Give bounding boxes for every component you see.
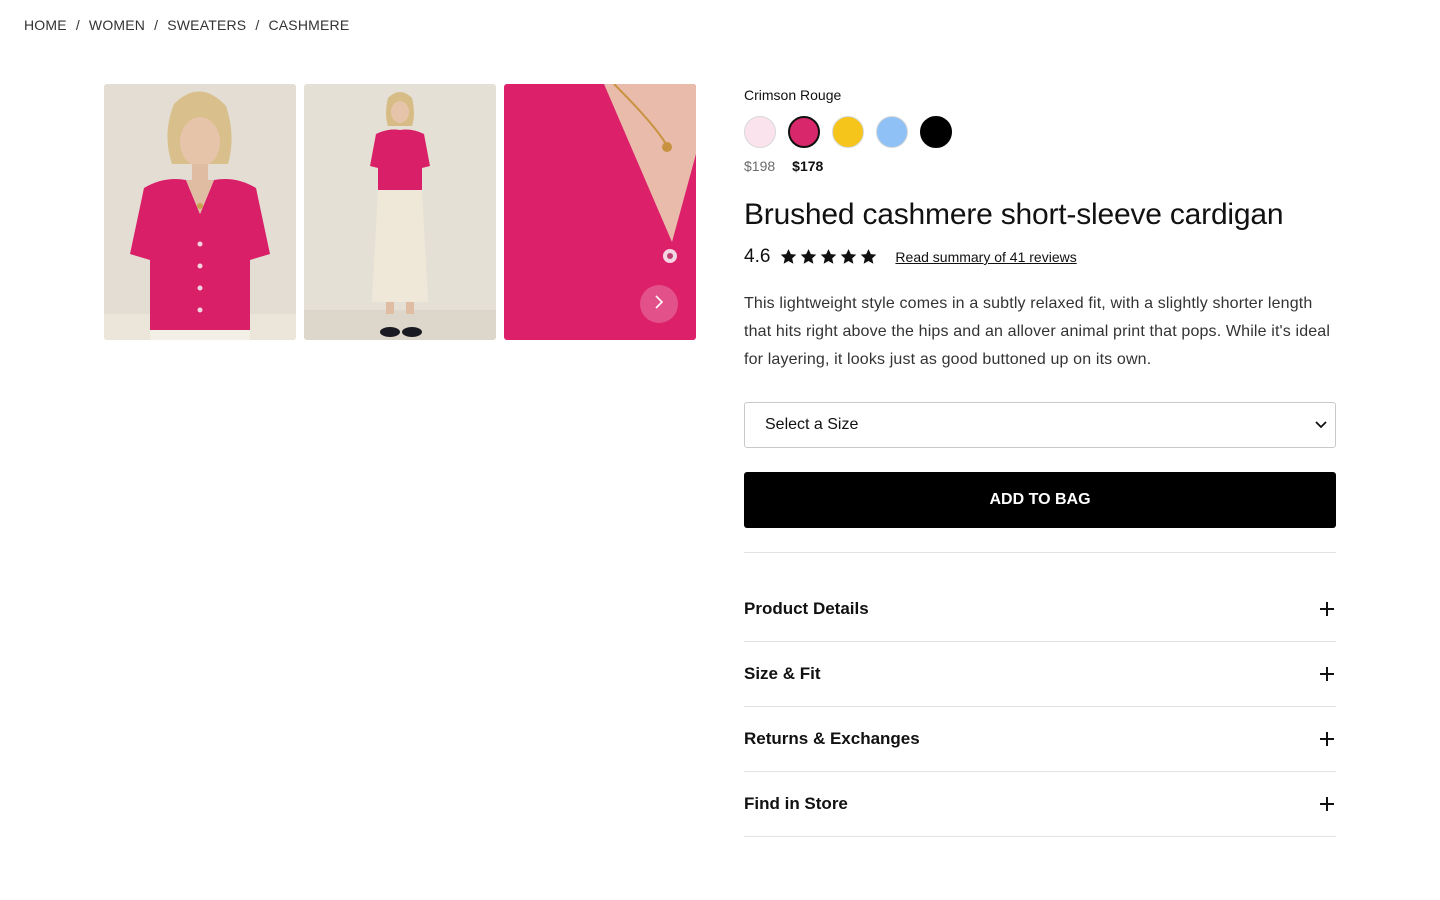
accordion-product-details[interactable]: Product Details <box>744 577 1336 642</box>
breadcrumb: HOME / WOMEN / SWEATERS / CASHMERE <box>24 17 349 33</box>
star-icon <box>801 249 817 264</box>
star-icon <box>821 249 837 264</box>
plus-icon <box>1320 667 1334 681</box>
rating-value: 4.6 <box>744 246 771 267</box>
breadcrumb-cashmere[interactable]: CASHMERE <box>268 17 349 33</box>
accordion-size-fit[interactable]: Size & Fit <box>744 642 1336 707</box>
product-gallery <box>104 84 696 340</box>
product-info: Crimson Rouge $198 $178 Brushed cashmere… <box>744 84 1336 837</box>
accordion-returns-exchanges[interactable]: Returns & Exchanges <box>744 707 1336 772</box>
divider <box>744 552 1336 553</box>
chevron-right-icon <box>652 294 666 314</box>
color-swatch-5[interactable] <box>920 116 952 148</box>
breadcrumb-women[interactable]: WOMEN <box>89 17 145 33</box>
rating-row: 4.6 Read summary of 41 reviews <box>744 246 1336 268</box>
product-image-full-length[interactable] <box>304 84 496 340</box>
plus-icon <box>1320 602 1334 616</box>
accordion-find-in-store[interactable]: Find in Store <box>744 772 1336 837</box>
plus-icon <box>1320 732 1334 746</box>
size-select[interactable]: Select a Size <box>744 402 1336 448</box>
size-select-value: Select a Size <box>765 416 859 433</box>
star-icon <box>781 249 797 264</box>
accordion-label: Product Details <box>744 599 869 618</box>
breadcrumb-home[interactable]: HOME <box>24 17 67 33</box>
product-image-front[interactable] <box>104 84 296 340</box>
accordion-label: Find in Store <box>744 794 848 813</box>
chevron-down-icon <box>1315 416 1327 434</box>
color-swatch-2[interactable] <box>788 116 820 148</box>
info-accordion: Product Details Size & Fit Returns & Exc… <box>744 577 1336 837</box>
color-swatches <box>744 116 1336 148</box>
breadcrumb-separator: / <box>154 17 159 33</box>
breadcrumb-sweaters[interactable]: SWEATERS <box>167 17 246 33</box>
price-row: $198 $178 <box>744 158 1336 174</box>
product-title: Brushed cashmere short-sleeve cardigan <box>744 198 1284 231</box>
product-description: This lightweight style comes in a subtly… <box>744 295 1331 368</box>
add-to-bag-button[interactable]: ADD TO BAG <box>744 472 1336 528</box>
star-icon <box>861 249 877 264</box>
sale-price: $178 <box>792 158 824 174</box>
breadcrumb-separator: / <box>75 17 80 33</box>
breadcrumb-separator: / <box>255 17 260 33</box>
accordion-label: Size & Fit <box>744 664 821 683</box>
original-price: $198 <box>744 158 776 174</box>
plus-icon <box>1320 797 1334 811</box>
reviews-summary-link[interactable]: Read summary of 41 reviews <box>895 249 1076 265</box>
star-icon <box>841 249 857 264</box>
color-swatch-4[interactable] <box>876 116 908 148</box>
gallery-next-button[interactable] <box>640 285 678 323</box>
rating-stars <box>779 248 878 266</box>
selected-color-name: Crimson Rouge <box>744 87 842 103</box>
accordion-label: Returns & Exchanges <box>744 729 920 748</box>
color-swatch-3[interactable] <box>832 116 864 148</box>
color-swatch-1[interactable] <box>744 116 776 148</box>
